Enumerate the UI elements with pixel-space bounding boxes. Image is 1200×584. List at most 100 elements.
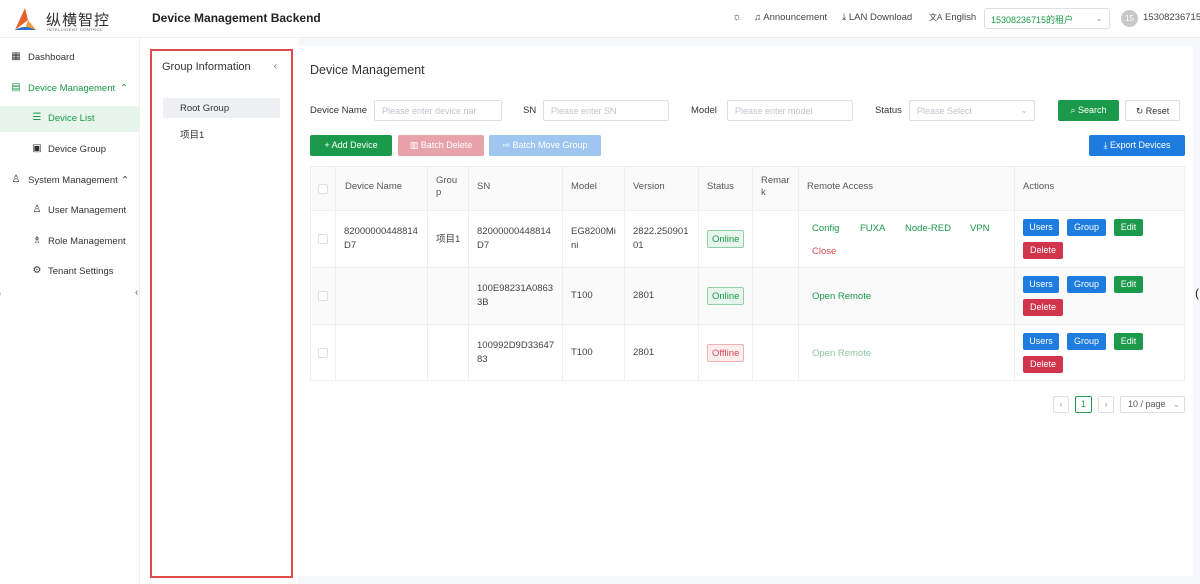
user-name[interactable]: 15308236715 bbox=[1143, 12, 1200, 23]
cell-version: 2801 bbox=[625, 268, 699, 324]
device-name-line2: D7 bbox=[344, 240, 357, 251]
col-actions[interactable]: Actions bbox=[1015, 167, 1184, 211]
announcement-label: Announcement bbox=[763, 12, 828, 23]
vpn-link[interactable]: VPN bbox=[970, 222, 990, 236]
lan-download-label: LAN Download bbox=[848, 12, 913, 23]
move-icon: ⇨ bbox=[502, 140, 510, 150]
users-button[interactable]: Users bbox=[1023, 333, 1059, 350]
select-all-checkbox[interactable] bbox=[318, 184, 328, 194]
page-size-select[interactable]: 10 / page ⌄ bbox=[1120, 396, 1185, 413]
search-label: Search bbox=[1078, 105, 1107, 115]
open-remote-link[interactable]: Open Remote bbox=[812, 290, 871, 304]
row-checkbox-cell bbox=[311, 211, 336, 267]
batch-delete-label: Batch Delete bbox=[420, 140, 473, 150]
sidebar-item-device-group[interactable]: ▣ Device Group bbox=[0, 137, 140, 163]
language-switch[interactable]: 文A English bbox=[929, 12, 976, 23]
cell-status: Offline bbox=[699, 325, 753, 381]
sidebar-collapse-icon[interactable]: ‹ bbox=[135, 287, 147, 301]
close-remote-link[interactable]: Close bbox=[812, 245, 836, 259]
delete-button[interactable]: Delete bbox=[1023, 242, 1063, 259]
fuxa-link[interactable]: FUXA bbox=[860, 222, 885, 236]
col-model[interactable]: Model bbox=[563, 167, 625, 211]
collapse-panel-icon[interactable]: ‹ bbox=[274, 61, 277, 72]
batch-delete-button[interactable]: ▥ Batch Delete bbox=[398, 135, 484, 156]
node-red-link[interactable]: Node-RED bbox=[905, 222, 951, 236]
theme-sun-icon[interactable]: ☼ bbox=[732, 11, 742, 23]
edit-button[interactable]: Edit bbox=[1114, 219, 1143, 236]
row-checkbox[interactable] bbox=[318, 348, 328, 358]
cell-model: EG8200Mi ni bbox=[563, 211, 625, 267]
tenant-select[interactable]: 15308236715的租户 ⌄ bbox=[984, 8, 1110, 29]
sidebar-item-user-management[interactable]: ♙ User Management bbox=[0, 198, 140, 224]
row-checkbox-cell bbox=[311, 268, 336, 324]
cell-actions: Users Group Edit Delete bbox=[1015, 325, 1184, 381]
main-area: Device Management Device Name Please ent… bbox=[298, 38, 1200, 584]
status-label: Status bbox=[875, 105, 902, 116]
group-button[interactable]: Group bbox=[1067, 333, 1106, 350]
app-title: Device Management Backend bbox=[152, 11, 321, 25]
export-devices-button[interactable]: ⤓ Export Devices bbox=[1089, 135, 1185, 156]
sidebar-item-role-management[interactable]: ♗ Role Management bbox=[0, 229, 140, 255]
add-device-button[interactable]: + Add Device bbox=[310, 135, 392, 156]
sidebar-item-device-list[interactable]: ☰ Device List bbox=[0, 106, 140, 132]
tree-node-group[interactable]: 项目1 bbox=[163, 122, 280, 142]
device-name-input[interactable]: Please enter device nar bbox=[374, 100, 502, 121]
download-icon: ⤓ bbox=[1103, 140, 1108, 150]
col-group[interactable]: Grou p bbox=[428, 167, 469, 211]
page-1-button[interactable]: 1 bbox=[1075, 396, 1092, 413]
next-page-button[interactable]: › bbox=[1098, 396, 1114, 413]
row-checkbox[interactable] bbox=[318, 291, 328, 301]
delete-button[interactable]: Delete bbox=[1023, 356, 1063, 373]
sidebar-item-device-management[interactable]: ▤ Device Management ⌃ bbox=[0, 76, 140, 102]
tree-node-root-group[interactable]: Root Group bbox=[163, 98, 280, 118]
prev-page-button[interactable]: ‹ bbox=[1053, 396, 1069, 413]
users-button[interactable]: Users bbox=[1023, 219, 1059, 236]
download-icon: ⤓ bbox=[842, 12, 847, 23]
brand-subtitle: INTELLIGENT CONTROL bbox=[47, 27, 103, 32]
group-button[interactable]: Group bbox=[1067, 276, 1106, 293]
col-device-name[interactable]: Device Name bbox=[336, 167, 428, 211]
sidebar-item-system-management[interactable]: ♙ System Management ⌃ bbox=[0, 168, 140, 194]
config-link[interactable]: Config bbox=[812, 222, 839, 236]
version-line2: 01 bbox=[633, 240, 644, 251]
cell-remark bbox=[753, 325, 799, 381]
cell-remark bbox=[753, 268, 799, 324]
col-sn[interactable]: SN bbox=[469, 167, 563, 211]
search-button[interactable]: ⌕ Search bbox=[1058, 100, 1119, 121]
page-title: Device Management bbox=[310, 63, 425, 77]
lan-download-link[interactable]: ⤓ LAN Download bbox=[842, 12, 912, 23]
status-select[interactable]: Please Select ⌄ bbox=[909, 100, 1035, 121]
model-input[interactable]: Please enter model bbox=[727, 100, 853, 121]
row-checkbox[interactable] bbox=[318, 234, 328, 244]
group-button[interactable]: Group bbox=[1067, 219, 1106, 236]
cell-status: Online bbox=[699, 268, 753, 324]
announcement-link[interactable]: ♫ Announcement bbox=[754, 12, 827, 23]
col-group-line1: Grou bbox=[436, 175, 458, 186]
avatar[interactable]: 15 bbox=[1121, 10, 1138, 27]
sidebar-item-label: Role Management bbox=[48, 236, 126, 247]
device-name-line1: 82000000448814 bbox=[344, 226, 418, 237]
sidebar-item-tenant-settings[interactable]: ⚙ Tenant Settings bbox=[0, 259, 140, 285]
sidebar-item-label: Tenant Settings bbox=[48, 266, 114, 277]
batch-move-button[interactable]: ⇨ Batch Move Group bbox=[489, 135, 601, 156]
users-button[interactable]: Users bbox=[1023, 276, 1059, 293]
cell-sn: 100E98231A0863 3B bbox=[469, 268, 563, 324]
col-remark[interactable]: Remar k bbox=[753, 167, 799, 211]
delete-button[interactable]: Delete bbox=[1023, 299, 1063, 316]
edit-button[interactable]: Edit bbox=[1114, 276, 1143, 293]
cell-status: Online bbox=[699, 211, 753, 267]
chevron-up-icon: ⌃ bbox=[121, 175, 129, 186]
brand-logo[interactable]: 纵横智控 INTELLIGENT CONTROL bbox=[12, 6, 132, 34]
col-version[interactable]: Version bbox=[625, 167, 699, 211]
sidebar-item-dashboard[interactable]: ▦ Dashboard bbox=[0, 45, 140, 71]
sidebar-item-label: Dashboard bbox=[28, 52, 75, 63]
col-status[interactable]: Status bbox=[699, 167, 753, 211]
logo-icon bbox=[15, 8, 36, 30]
table-row: 100E98231A0863 3B T100 2801 Online Open … bbox=[311, 268, 1184, 325]
col-remote-access[interactable]: Remote Access bbox=[799, 167, 1015, 211]
reset-button[interactable]: ↻ Reset bbox=[1125, 100, 1180, 121]
edit-button[interactable]: Edit bbox=[1114, 333, 1143, 350]
sn-input[interactable]: Please enter SN bbox=[543, 100, 669, 121]
sidebar-item-label: Device Group bbox=[48, 144, 107, 155]
cell-remark bbox=[753, 211, 799, 267]
